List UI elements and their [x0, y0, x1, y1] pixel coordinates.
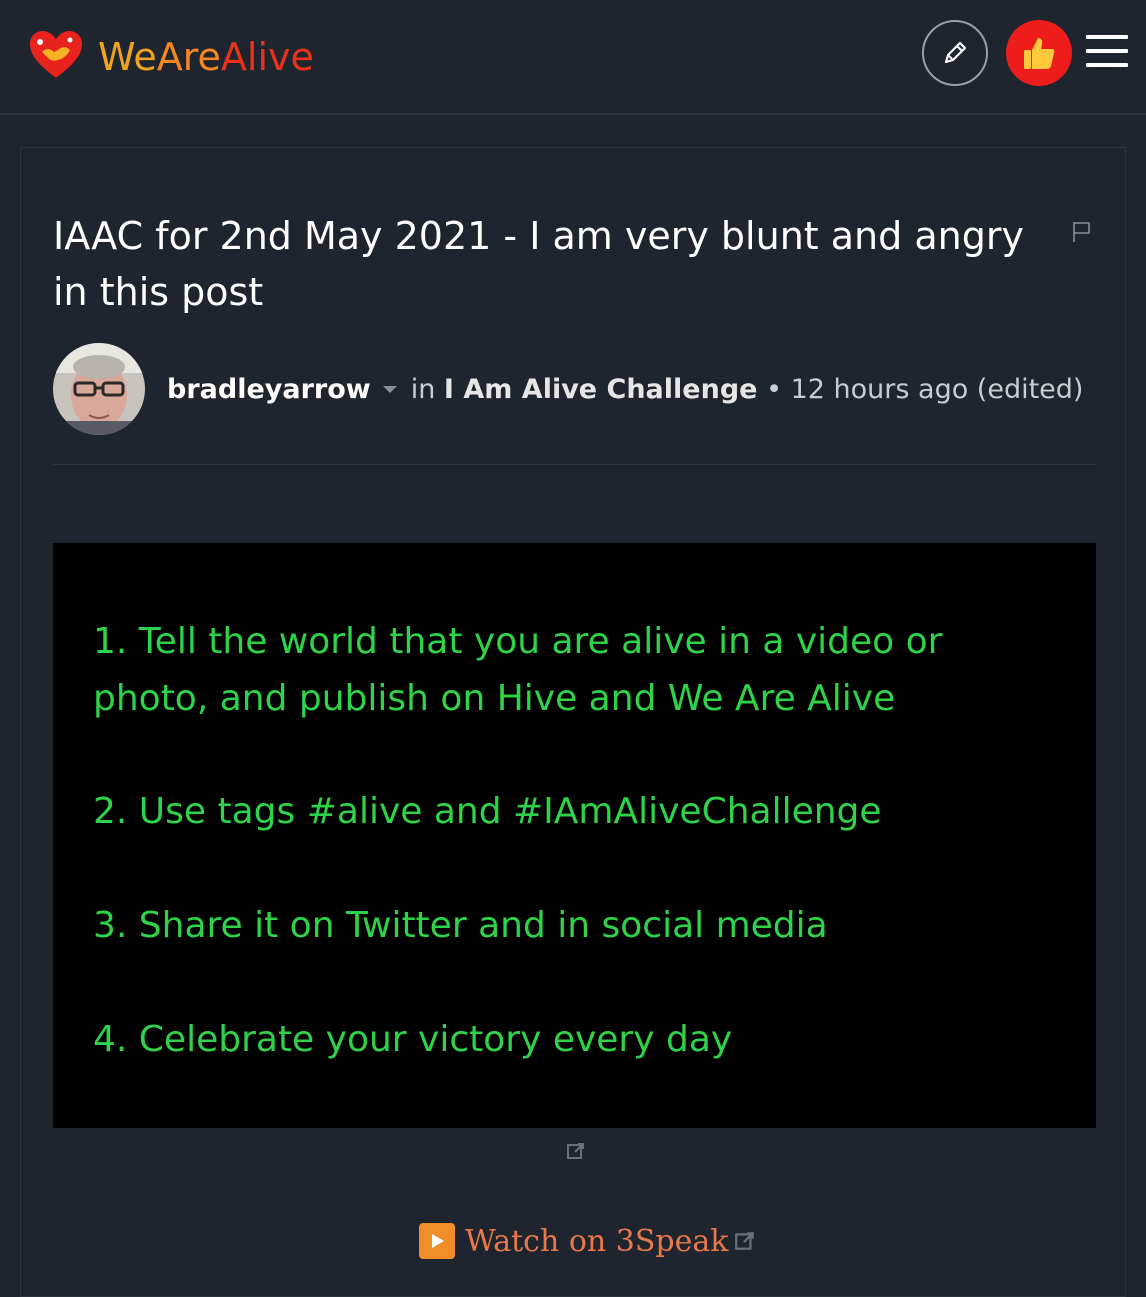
community-link[interactable]: I Am Alive Challenge [444, 374, 758, 405]
meta-separator: • [766, 373, 782, 405]
author-row: bradleyarrow in I Am Alive Challenge • 1… [53, 342, 1097, 436]
post-title: IAAC for 2nd May 2021 - I am very blunt … [53, 214, 1024, 314]
hamburger-menu-icon[interactable] [1086, 35, 1128, 71]
rule-1: 1. Tell the world that you are alive in … [93, 621, 943, 719]
external-link-icon [735, 1232, 755, 1250]
rule-4: 4. Celebrate your victory every day [93, 1019, 733, 1060]
edit-button[interactable] [922, 20, 988, 86]
logo-are: Are [156, 35, 221, 79]
flag-icon[interactable] [1071, 220, 1093, 244]
avatar[interactable] [53, 343, 145, 435]
divider [53, 464, 1097, 465]
avatar-image [53, 343, 145, 435]
like-button[interactable] [1006, 20, 1072, 86]
external-link-icon[interactable] [566, 1141, 586, 1161]
watch-label: Watch on 3Speak [465, 1223, 729, 1259]
heart-logo-icon [30, 31, 82, 78]
logo-alive: Alive [220, 35, 314, 79]
logo-text: WeAreAlive [98, 38, 314, 76]
in-label: in [410, 373, 436, 405]
author-name[interactable]: bradleyarrow [167, 374, 371, 405]
rule-3: 3. Share it on Twitter and in social med… [93, 905, 828, 946]
chevron-down-icon[interactable] [381, 383, 399, 395]
post-timestamp: 12 hours ago (edited) [790, 373, 1084, 405]
thumbs-up-icon [1024, 38, 1055, 69]
logo-we: We [98, 35, 157, 79]
pencil-icon [944, 41, 967, 64]
post-meta: in I Am Alive Challenge • 12 hours ago (… [411, 374, 1084, 405]
watch-on-3speak-link[interactable]: Watch on 3Speak [419, 1223, 756, 1259]
top-header: WeAreAlive [0, 0, 1146, 115]
wearealive-logo[interactable]: WeAreAlive [28, 30, 314, 80]
post-card: IAAC for 2nd May 2021 - I am very blunt … [20, 147, 1126, 1297]
play-button-icon [419, 1223, 455, 1259]
rules-image[interactable]: 1. Tell the world that you are alive in … [53, 543, 1096, 1128]
rule-2: 2. Use tags #alive and #IAmAliveChalleng… [93, 791, 882, 832]
